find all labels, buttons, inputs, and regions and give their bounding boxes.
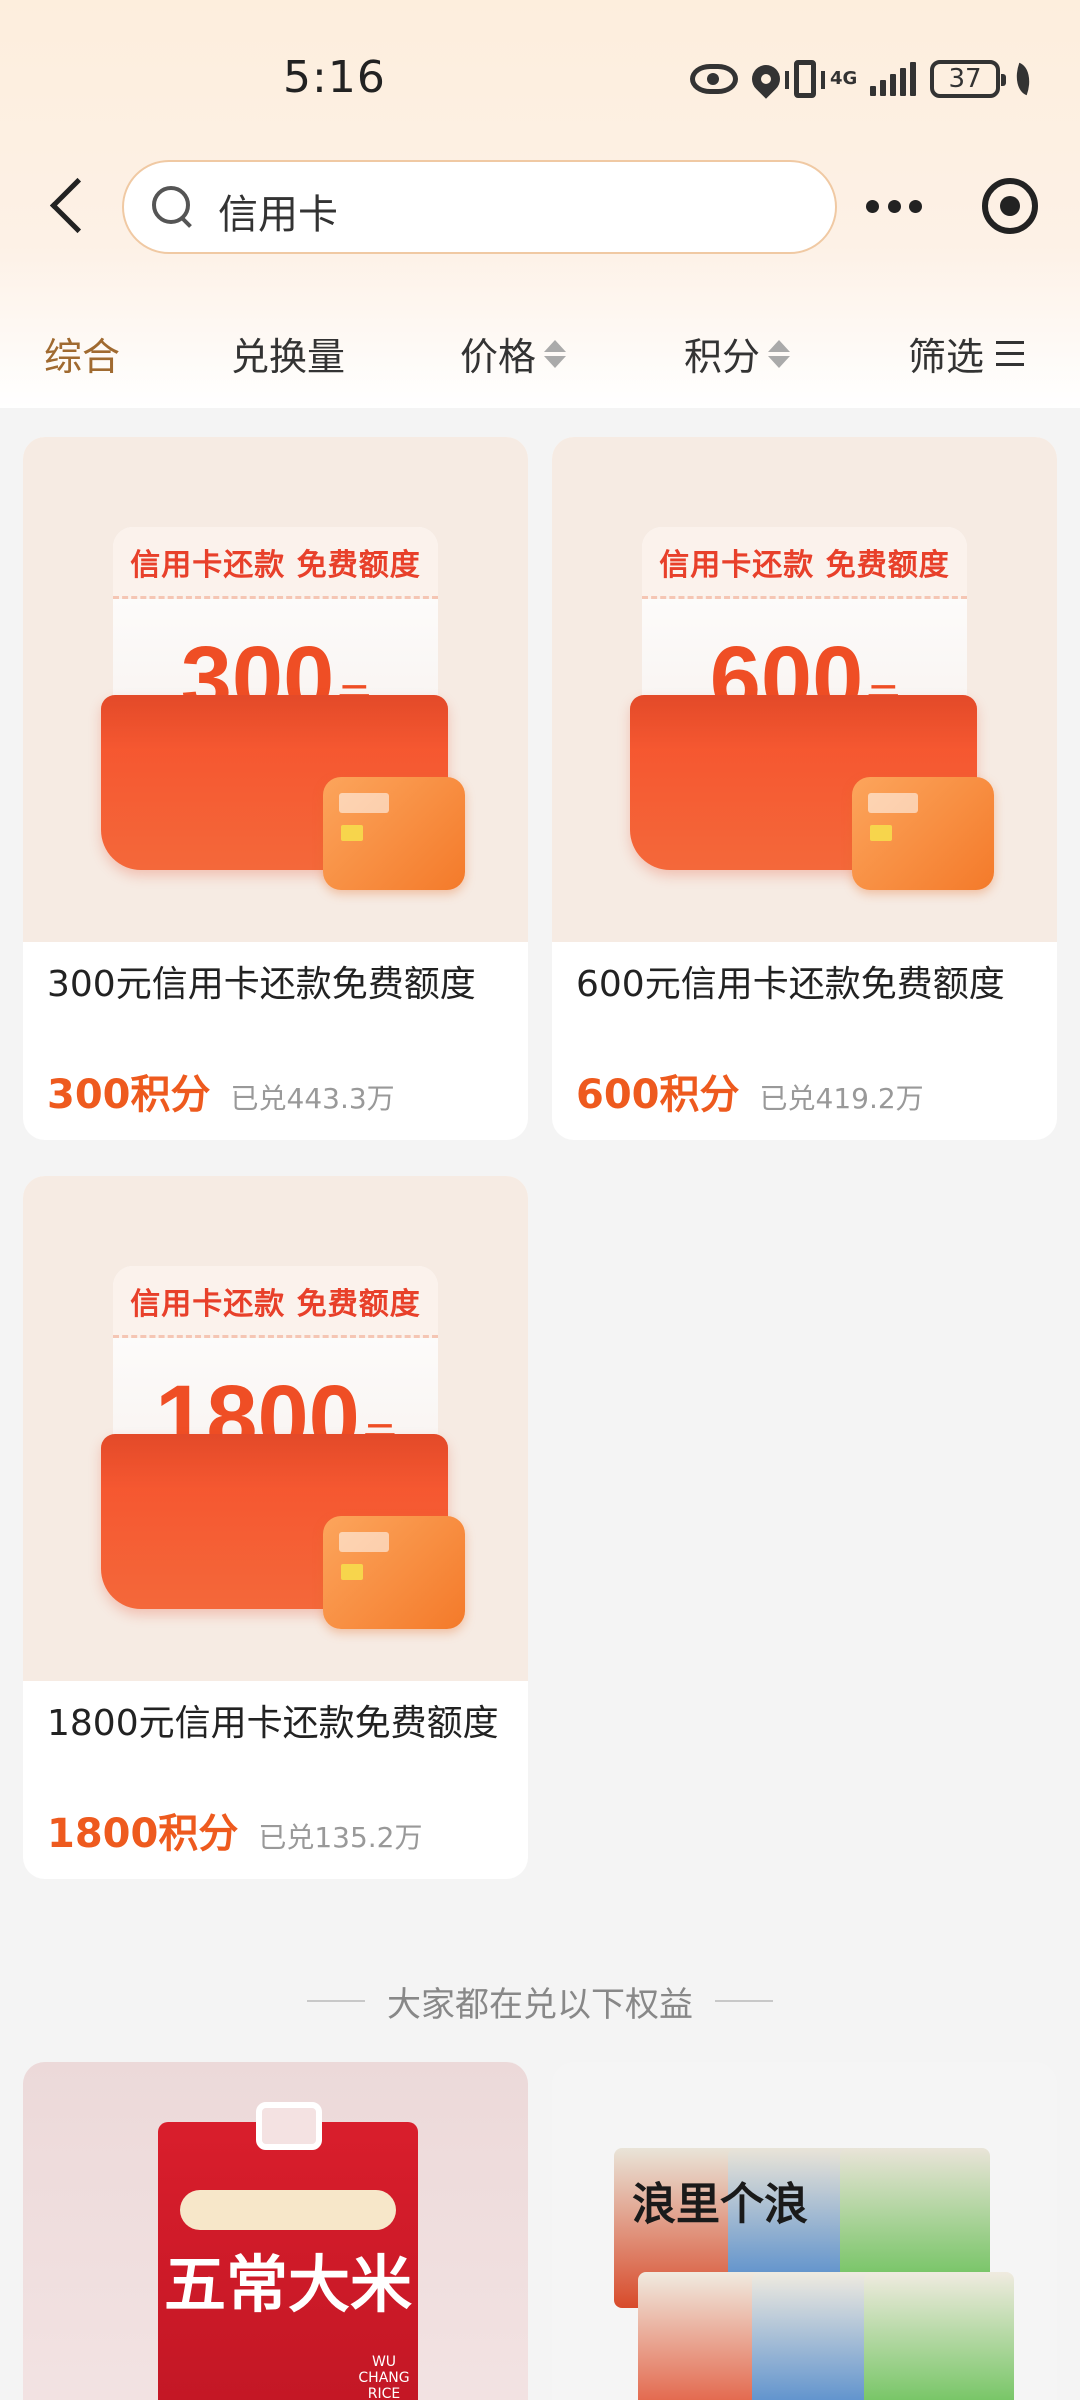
filter-icon [996,341,1025,366]
product-points: 300积分 [47,1072,211,1118]
search-input[interactable]: 信用卡 [122,160,837,254]
bag-handle [256,2102,322,2150]
more-icon[interactable] [866,188,922,224]
tab-label: 筛选 [908,335,985,379]
tab-points[interactable]: 积分 [684,326,791,381]
back-icon[interactable] [40,176,100,236]
snack-pack-image [864,2272,1014,2400]
tab-label: 兑换量 [231,335,346,379]
battery-icon: 37 [930,60,1006,98]
recommend-card-rice[interactable]: 五常大米 WU CHANG RICE [23,2062,528,2400]
product-points: 600积分 [576,1072,740,1118]
coupon-title: 信用卡还款 免费额度 [659,547,950,583]
product-points: 1800积分 [47,1811,239,1857]
rice-bag-image: 五常大米 WU CHANG RICE [158,2102,418,2400]
eye-icon [690,64,738,94]
product-card[interactable]: 信用卡还款 免费额度 1800元 1800元信用卡还款免费额度 1800积分 已… [23,1176,528,1879]
rice-brand-title: 五常大米 [163,2248,412,2321]
snack-brand-title: 浪里个浪 [632,2179,808,2230]
bag-label-band [180,2190,396,2230]
product-sold-count: 已兑443.3万 [230,1082,395,1115]
product-card[interactable]: 信用卡还款 免费额度 300元 300元信用卡还款免费额度 300积分 已兑44… [23,437,528,1140]
status-bar: 5:16 4G 37 [0,0,1080,150]
tab-label: 价格 [460,335,537,379]
coupon-title: 信用卡还款 免费额度 [130,547,421,583]
signal-icon [870,62,916,96]
location-icon [746,59,786,99]
divider-line [715,2000,773,2002]
product-image: 信用卡还款 免费额度 1800元 [23,1176,528,1681]
status-icons: 4G 37 [690,56,1037,102]
status-time: 5:16 [283,52,386,103]
target-icon[interactable] [982,178,1038,234]
tab-price[interactable]: 价格 [460,326,567,381]
tab-label: 综合 [44,335,121,379]
section-divider: 大家都在兑以下权益 [0,1976,1080,2026]
vibrate-icon [785,60,825,98]
product-title: 600元信用卡还款免费额度 [576,964,1005,1005]
product-title: 1800元信用卡还款免费额度 [47,1703,499,1744]
tab-comprehensive[interactable]: 综合 [44,326,120,381]
credit-card-icon [852,777,994,890]
recommend-card-snack[interactable]: 浪里个浪 [552,2062,1057,2400]
sort-arrows-icon [768,339,791,368]
tab-exchange-volume[interactable]: 兑换量 [231,326,345,381]
tab-filter[interactable]: 筛选 [908,326,1025,381]
product-image: 信用卡还款 免费额度 300元 [23,437,528,942]
search-value: 信用卡 [218,192,338,238]
rice-sub-title: WU CHANG RICE [358,2354,410,2400]
tab-label: 积分 [684,335,761,379]
leaf-icon [1009,62,1037,96]
product-title: 300元信用卡还款免费额度 [47,964,476,1005]
coupon-title: 信用卡还款 免费额度 [130,1286,421,1322]
section-title: 大家都在兑以下权益 [387,1984,693,2025]
credit-card-icon [323,777,465,890]
credit-card-icon [323,1516,465,1629]
sort-tabs: 综合 兑换量 价格 积分 筛选 [0,318,1080,388]
sort-arrows-icon [544,339,567,368]
product-card[interactable]: 信用卡还款 免费额度 600元 600元信用卡还款免费额度 600积分 已兑41… [552,437,1057,1140]
product-image: 信用卡还款 免费额度 600元 [552,437,1057,942]
product-sold-count: 已兑135.2万 [258,1821,423,1854]
search-icon [152,186,194,228]
network-type: 4G [830,68,858,89]
product-sold-count: 已兑419.2万 [759,1082,924,1115]
divider-line [307,2000,365,2002]
